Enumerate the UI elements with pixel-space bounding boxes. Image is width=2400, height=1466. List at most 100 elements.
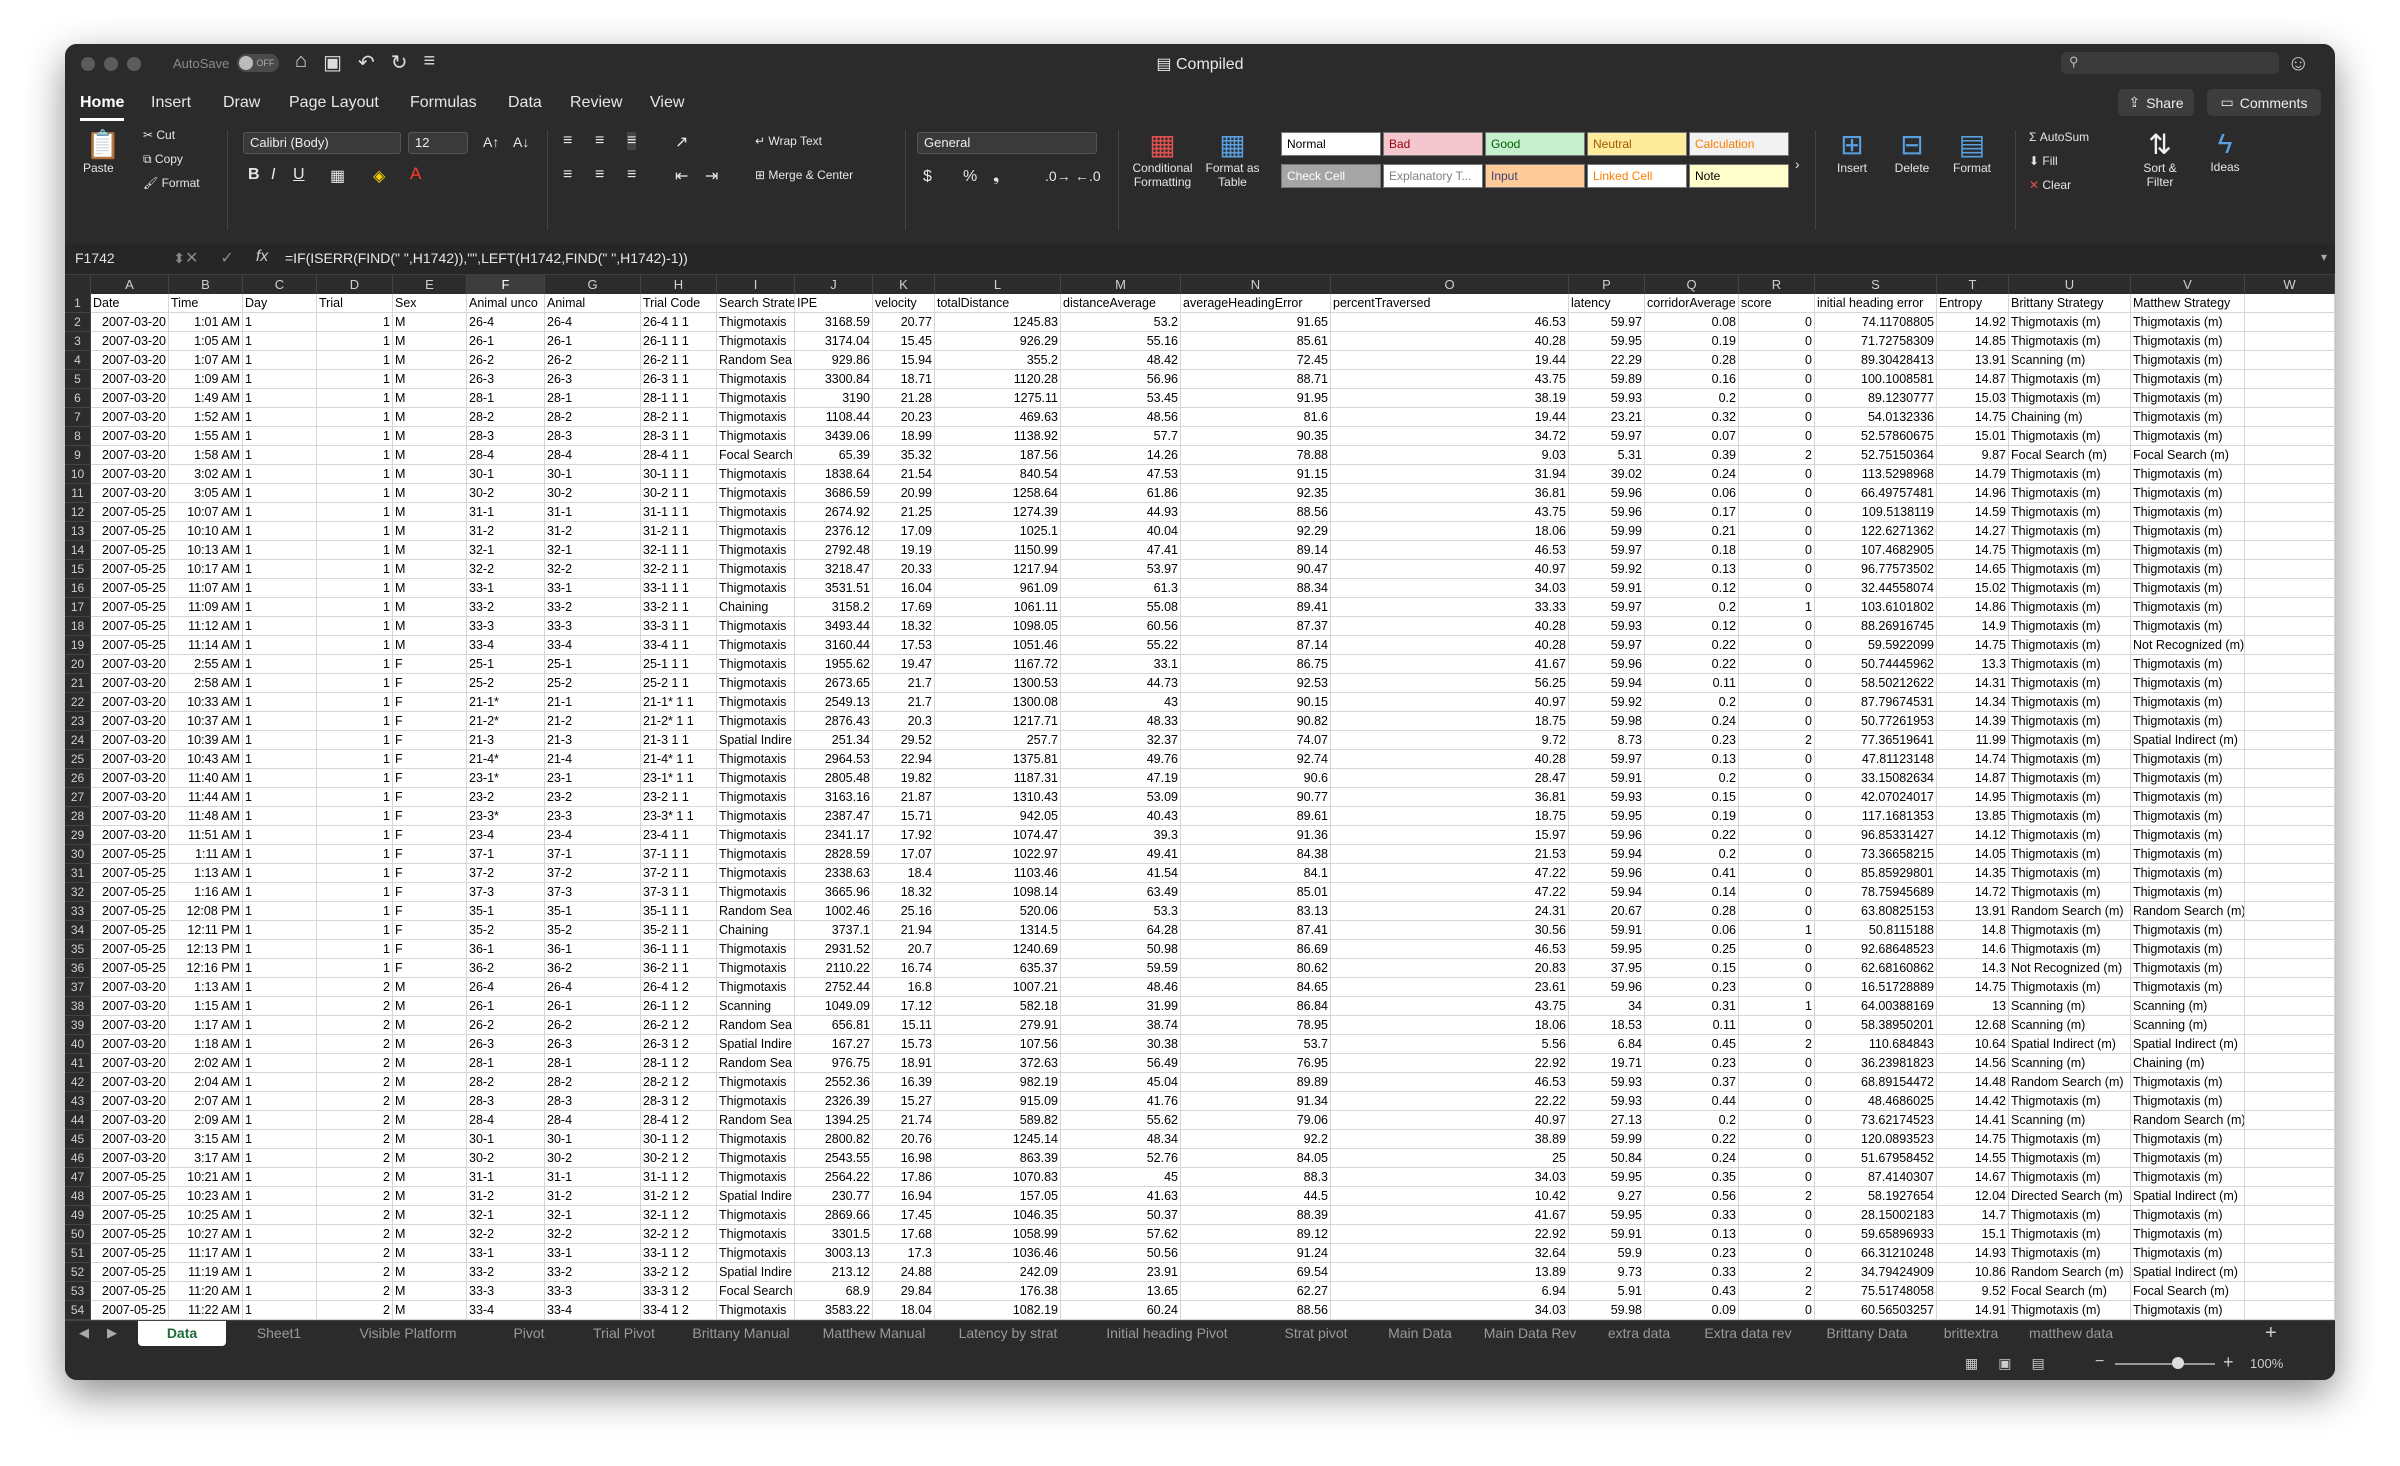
cell[interactable]: 2	[317, 1016, 393, 1034]
cell[interactable]: 1	[243, 788, 317, 806]
cell[interactable]: 59.93	[1569, 1092, 1645, 1110]
cell[interactable]: 55.22	[1061, 636, 1181, 654]
cell[interactable]	[2245, 522, 2335, 540]
cell[interactable]: Scanning (m)	[2009, 1054, 2131, 1072]
cell[interactable]: initial heading error	[1815, 294, 1937, 312]
column-header-l[interactable]: L	[935, 275, 1061, 294]
cell[interactable]: 14.31	[1937, 674, 2009, 692]
cell[interactable]: 1046.35	[935, 1206, 1061, 1224]
row-header[interactable]: 16	[65, 579, 91, 598]
cell[interactable]: Thigmotaxis (m)	[2009, 674, 2131, 692]
cell[interactable]: Thigmotaxis (m)	[2131, 864, 2245, 882]
cell[interactable]: Scanning (m)	[2009, 1111, 2131, 1129]
cell[interactable]: 23-1	[545, 769, 641, 787]
wrap-text-button[interactable]: ↵ Wrap Text	[755, 134, 822, 148]
cell[interactable]: 1	[243, 1168, 317, 1186]
cell[interactable]: 17.09	[873, 522, 935, 540]
cell[interactable]: corridorAverage	[1645, 294, 1739, 312]
cell[interactable]: Random Sea	[717, 1054, 795, 1072]
cell[interactable]: 46.53	[1331, 1073, 1569, 1091]
cell[interactable]: 31-2 1 2	[641, 1187, 717, 1205]
row-header[interactable]: 30	[65, 845, 91, 864]
cell[interactable]: 10:33 AM	[169, 693, 243, 711]
row-header[interactable]: 20	[65, 655, 91, 674]
cell[interactable]: 15.94	[873, 351, 935, 369]
cell[interactable]: 18.04	[873, 1301, 935, 1319]
cell[interactable]: 54.0132336	[1815, 408, 1937, 426]
cell[interactable]: 31-2	[467, 522, 545, 540]
cell[interactable]: 17.86	[873, 1168, 935, 1186]
cell[interactable]: 11:17 AM	[169, 1244, 243, 1262]
cell[interactable]: 2007-05-25	[91, 1187, 169, 1205]
cell[interactable]: 17.3	[873, 1244, 935, 1262]
cell[interactable]: Thigmotaxis (m)	[2131, 1073, 2245, 1091]
cell[interactable]: Thigmotaxis	[717, 1301, 795, 1319]
cell[interactable]: F	[393, 864, 467, 882]
cell[interactable]: 1217.71	[935, 712, 1061, 730]
orientation-icon[interactable]: ↗	[675, 132, 688, 152]
cell[interactable]: 0.22	[1645, 636, 1739, 654]
cell[interactable]: M	[393, 503, 467, 521]
cell[interactable]: 1	[317, 959, 393, 977]
cell[interactable]: 18.06	[1331, 522, 1569, 540]
cell[interactable]: 0	[1739, 1092, 1815, 1110]
cell[interactable]: 85.85929801	[1815, 864, 1937, 882]
cell[interactable]: 14.67	[1937, 1168, 2009, 1186]
cell[interactable]: 30-1	[467, 1130, 545, 1148]
cell[interactable]: 47.19	[1061, 769, 1181, 787]
cell[interactable]: 2	[317, 1206, 393, 1224]
cell[interactable]: 14.92	[1937, 313, 2009, 331]
cell[interactable]: 1:49 AM	[169, 389, 243, 407]
cell[interactable]: 53.45	[1061, 389, 1181, 407]
cell[interactable]: 41.63	[1061, 1187, 1181, 1205]
cell[interactable]: 0.07	[1645, 427, 1739, 445]
cell[interactable]	[2245, 1016, 2335, 1034]
align-bottom-icon[interactable]: ≡	[627, 132, 637, 150]
cell[interactable]: 25-1	[467, 655, 545, 673]
cell[interactable]: F	[393, 845, 467, 863]
cell[interactable]: 0.13	[1645, 560, 1739, 578]
cell[interactable]: 30-2 1 1	[641, 484, 717, 502]
cell[interactable]: 21.25	[873, 503, 935, 521]
cell[interactable]: 13.91	[1937, 902, 2009, 920]
cell[interactable]: Thigmotaxis (m)	[2009, 617, 2131, 635]
cell[interactable]: 15.02	[1937, 579, 2009, 597]
zoom-slider-handle[interactable]	[2172, 1357, 2184, 1369]
cell[interactable]: 9.73	[1569, 1263, 1645, 1281]
cell[interactable]: 1300.08	[935, 693, 1061, 711]
cell[interactable]: 0	[1739, 1225, 1815, 1243]
cell[interactable]: 85.01	[1181, 883, 1331, 901]
cell[interactable]: 21-2* 1 1	[641, 712, 717, 730]
cell[interactable]: 21-3 1 1	[641, 731, 717, 749]
cell[interactable]: 59.93	[1569, 389, 1645, 407]
cell[interactable]: 0.2	[1645, 845, 1739, 863]
cell[interactable]: 90.77	[1181, 788, 1331, 806]
cell[interactable]: 32-2	[467, 560, 545, 578]
cell[interactable]: 1	[243, 522, 317, 540]
cell[interactable]	[2245, 389, 2335, 407]
cell[interactable]: M	[393, 389, 467, 407]
cell[interactable]: 33.33	[1331, 598, 1569, 616]
cell[interactable]: 21.7	[873, 693, 935, 711]
cell[interactable]: 2869.66	[795, 1206, 873, 1224]
cell[interactable]: 11:19 AM	[169, 1263, 243, 1281]
cell[interactable]: Chaining	[717, 921, 795, 939]
cell[interactable]: 26-4	[467, 313, 545, 331]
cell[interactable]: 915.09	[935, 1092, 1061, 1110]
align-right-icon[interactable]: ≡	[627, 166, 636, 184]
cell[interactable]: 0	[1739, 332, 1815, 350]
row-header[interactable]: 23	[65, 712, 91, 731]
cell[interactable]: 0.32	[1645, 408, 1739, 426]
row-header[interactable]: 38	[65, 997, 91, 1016]
cell[interactable]: 33-2	[467, 1263, 545, 1281]
cell[interactable]: 26-2	[467, 351, 545, 369]
cell[interactable]: 1098.14	[935, 883, 1061, 901]
row-header[interactable]: 7	[65, 408, 91, 427]
cell[interactable]: 14.96	[1937, 484, 2009, 502]
cell[interactable]: M	[393, 332, 467, 350]
cell[interactable]: 355.2	[935, 351, 1061, 369]
cell[interactable]: 2543.55	[795, 1149, 873, 1167]
cell[interactable]: Thigmotaxis (m)	[2131, 560, 2245, 578]
row-header[interactable]: 31	[65, 864, 91, 883]
cell[interactable]: 33-3	[467, 1282, 545, 1300]
